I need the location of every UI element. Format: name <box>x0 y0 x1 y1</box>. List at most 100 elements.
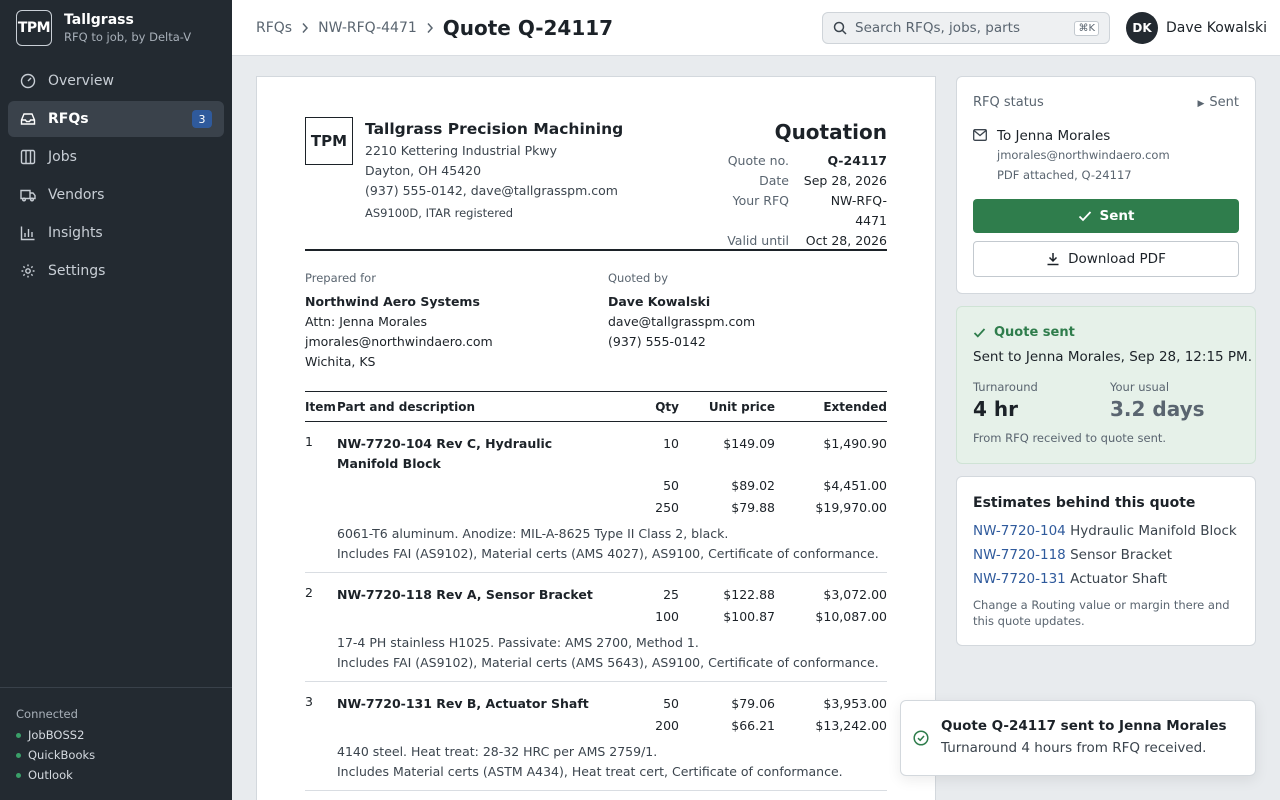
breadcrumb-rfq[interactable]: NW-RFQ-4471 <box>318 20 417 36</box>
tier-unit-price: $79.88 <box>731 500 775 515</box>
estimate-link[interactable]: NW-7720-104 <box>973 523 1066 539</box>
quote-document: TPM Tallgrass Precision Machining 2210 K… <box>256 76 936 800</box>
recipient-name: To Jenna Morales <box>997 128 1111 144</box>
nav-item-overview[interactable]: Overview <box>8 63 224 99</box>
material-note: 17-4 PH stainless H1025. Passivate: AMS … <box>337 635 699 650</box>
tier-extended: $13,242.00 <box>815 718 887 733</box>
tier-qty: 250 <box>655 500 679 515</box>
rfq-status-card: RFQ status ▶ Sent To Jenna Morales jmoral… <box>956 76 1256 294</box>
table-row: 1 NW-7720-104 Rev C, Hydraulic Manifold … <box>305 422 887 573</box>
tier-extended: $10,087.00 <box>815 609 887 624</box>
tier-extended: $19,970.00 <box>815 500 887 515</box>
sent-button-label: Sent <box>1099 208 1135 224</box>
nav-label: Insights <box>48 225 103 241</box>
price-tier: 50 $79.06 $3,953.00 <box>305 694 887 714</box>
price-tier: 250 $79.88 $19,970.00 <box>305 498 887 518</box>
quoted-by: Quoted by Dave Kowalski dave@tallgrasspm… <box>608 270 755 352</box>
item-notes: 6061-T6 aluminum. Anodize: MIL-A-8625 Ty… <box>337 524 879 564</box>
connected-title: Connected <box>16 707 78 721</box>
brand[interactable]: TPM Tallgrass RFQ to job, by Delta-V <box>16 10 191 46</box>
status-text: Sent <box>1209 95 1239 110</box>
sent-button[interactable]: Sent <box>973 199 1239 233</box>
toast-notification[interactable]: Quote Q-24117 sent to Jenna Morales Turn… <box>900 700 1256 776</box>
meta-row: Date Sep 28, 2026 <box>727 171 887 191</box>
table-header: Item Part and description Qty Unit price… <box>305 392 887 422</box>
item-notes: 4140 steel. Heat treat: 28-32 HRC per AM… <box>337 742 843 782</box>
nav-label: Settings <box>48 263 106 279</box>
turnaround-label: Turnaround <box>973 380 1038 394</box>
nav-item-insights[interactable]: Insights <box>8 215 224 251</box>
search-box[interactable]: ⌘K <box>822 12 1110 44</box>
nav-item-jobs[interactable]: Jobs <box>8 139 224 175</box>
tier-extended: $3,953.00 <box>823 696 887 711</box>
user-menu[interactable]: DK Dave Kowalski <box>1126 12 1267 44</box>
recipient-block: To Jenna Morales jmorales@northwindaero.… <box>973 127 1170 185</box>
estimate-item: NW-7720-104 Hydraulic Manifold Block <box>973 521 1237 541</box>
estimates-title: Estimates behind this quote <box>973 495 1196 511</box>
attachment-note: PDF attached, Q-24117 <box>997 168 1132 182</box>
integration-name: QuickBooks <box>28 748 96 762</box>
col-header-qty: Qty <box>655 400 679 414</box>
meta-label: Date <box>759 173 789 188</box>
quote-sent-card: Quote sent Sent to Jenna Morales, Sep 28… <box>956 306 1256 464</box>
brand-logo: TPM <box>16 10 52 46</box>
meta-value: Oct 28, 2026 <box>805 233 887 248</box>
includes-note: Includes FAI (AS9102), Material certs (A… <box>337 546 879 561</box>
sidebar: TPM Tallgrass RFQ to job, by Delta-V Ove… <box>0 0 232 800</box>
party-label: Quoted by <box>608 271 669 285</box>
tier-unit-price: $66.21 <box>731 718 775 733</box>
meta-value: NW-RFQ-4471 <box>830 193 887 228</box>
price-tier: 50 $89.02 $4,451.00 <box>305 476 887 496</box>
estimate-link[interactable]: NW-7720-118 <box>973 547 1066 563</box>
download-pdf-button[interactable]: Download PDF <box>973 241 1239 277</box>
company-name: Tallgrass Precision Machining <box>365 120 624 138</box>
material-note: 6061-T6 aluminum. Anodize: MIL-A-8625 Ty… <box>337 526 729 541</box>
quote-title: Quotation <box>774 120 887 144</box>
line-items-table: Item Part and description Qty Unit price… <box>305 391 887 791</box>
tier-extended: $3,072.00 <box>823 587 887 602</box>
gauge-icon <box>20 73 36 89</box>
connected-integrations: Connected JobBOSS2 QuickBooks Outlook <box>0 687 232 785</box>
play-icon: ▶ <box>1197 99 1205 109</box>
check-icon <box>973 328 986 338</box>
estimate-part-name: Hydraulic Manifold Block <box>1070 523 1237 539</box>
nav-item-rfqs[interactable]: RFQs 3 <box>8 101 224 137</box>
col-header-ext: Extended <box>823 400 887 414</box>
meta-row: Your RFQ NW-RFQ-4471 <box>727 191 887 231</box>
estimate-part-name: Actuator Shaft <box>1070 571 1168 587</box>
tier-unit-price: $79.06 <box>731 696 775 711</box>
estimate-link[interactable]: NW-7720-131 <box>973 571 1066 587</box>
tier-qty: 100 <box>655 609 679 624</box>
meta-label: Quote no. <box>727 153 789 168</box>
nav-item-vendors[interactable]: Vendors <box>8 177 224 213</box>
includes-note: Includes Material certs (ASTM A434), Hea… <box>337 764 843 779</box>
integration-item[interactable]: Outlook <box>16 765 216 785</box>
price-tier: 100 $100.87 $10,087.00 <box>305 607 887 627</box>
includes-note: Includes FAI (AS9102), Material certs (A… <box>337 655 879 670</box>
price-tier: 25 $122.88 $3,072.00 <box>305 585 887 605</box>
download-pdf-label: Download PDF <box>1068 251 1166 267</box>
integration-item[interactable]: QuickBooks <box>16 745 216 765</box>
breadcrumb-rfqs[interactable]: RFQs <box>256 20 292 36</box>
customer-email: jmorales@northwindaero.com <box>305 334 493 349</box>
quoter-name: Dave Kowalski <box>608 294 711 309</box>
meta-row: Quote no. Q-24117 <box>727 151 887 171</box>
tier-unit-price: $122.88 <box>723 587 775 602</box>
quote-meta: Quotation Quote no. Q-24117 Date Sep 28, 2… <box>727 119 887 251</box>
usual-stat: Your usual 3.2 days <box>1110 379 1205 423</box>
rfq-status-value: ▶ Sent <box>1197 95 1239 110</box>
search-input[interactable] <box>855 20 1065 36</box>
page-title: Quote Q-24117 <box>442 16 614 40</box>
tier-qty: 200 <box>655 718 679 733</box>
quote-sent-title-row: Quote sent <box>973 325 1075 340</box>
status-dot <box>16 732 21 738</box>
tier-unit-price: $149.09 <box>723 436 775 451</box>
quoter-email: dave@tallgrasspm.com <box>608 314 756 329</box>
check-icon <box>1078 211 1091 222</box>
integration-item[interactable]: JobBOSS2 <box>16 725 216 745</box>
quote-sent-subtitle: Sent to Jenna Morales, Sep 28, 12:15 PM. <box>973 349 1252 365</box>
tier-qty: 50 <box>663 478 679 493</box>
nav-item-settings[interactable]: Settings <box>8 253 224 289</box>
tier-extended: $1,490.90 <box>823 436 887 451</box>
truck-icon <box>20 189 36 202</box>
